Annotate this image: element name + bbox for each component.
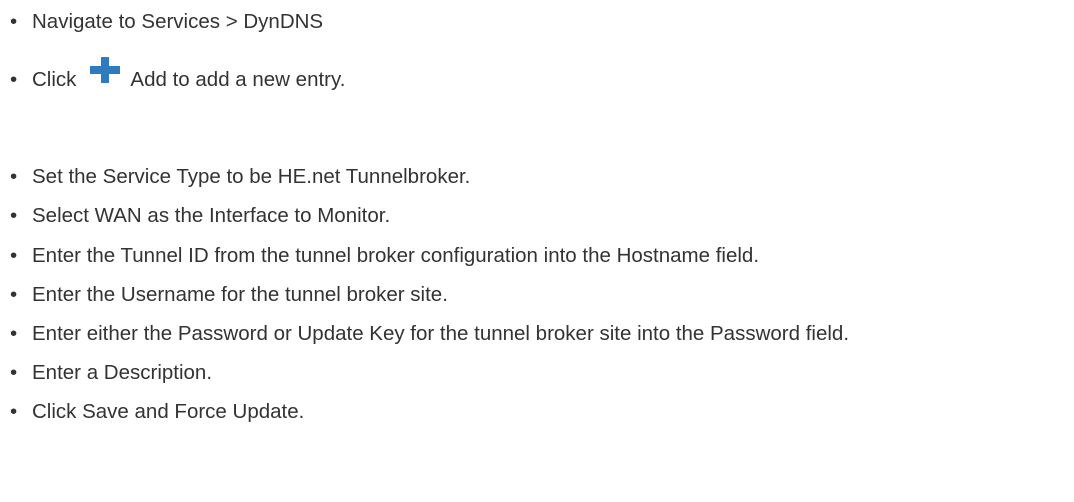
step-text: Navigate to Services > DynDNS [32,10,324,33]
bullet: • [10,204,18,227]
bullet: • [10,283,18,306]
bullet: • [10,322,18,345]
step-hostname: • Enter the Tunnel ID from the tunnel br… [10,242,759,270]
step-username: • Enter the Username for the tunnel brok… [10,281,448,309]
bullet: • [10,10,18,33]
step-click-add: • Click Add to add a new entry. [10,57,346,94]
step-description: • Enter a Description. [10,359,212,387]
step-text: Enter either the Password or Update Key … [32,322,850,345]
bullet: • [10,244,18,267]
step-interface: • Select WAN as the Interface to Monitor… [10,202,390,230]
step-text: Enter the Tunnel ID from the tunnel brok… [32,244,760,267]
bullet: • [10,165,18,188]
bullet: • [10,361,18,384]
instruction-document: • Navigate to Services > DynDNS • Click … [0,0,1074,502]
step-password: • Enter either the Password or Update Ke… [10,320,849,348]
step-text: Click [32,68,77,91]
bullet: • [10,68,18,91]
step-text: Add to add a new entry. [130,68,346,91]
step-text: Enter the Username for the tunnel broker… [32,283,448,306]
step-text: Set the Service Type to be HE.net Tunnel… [32,165,471,188]
step-text: Click Save and Force Update. [32,400,305,423]
step-text: Select WAN as the Interface to Monitor. [32,204,391,227]
step-navigate: • Navigate to Services > DynDNS [10,8,323,36]
step-text: Enter a Description. [32,361,213,384]
bullet: • [10,400,18,423]
plus-icon [88,55,122,85]
step-save: • Click Save and Force Update. [10,398,304,426]
step-service-type: • Set the Service Type to be HE.net Tunn… [10,163,470,191]
